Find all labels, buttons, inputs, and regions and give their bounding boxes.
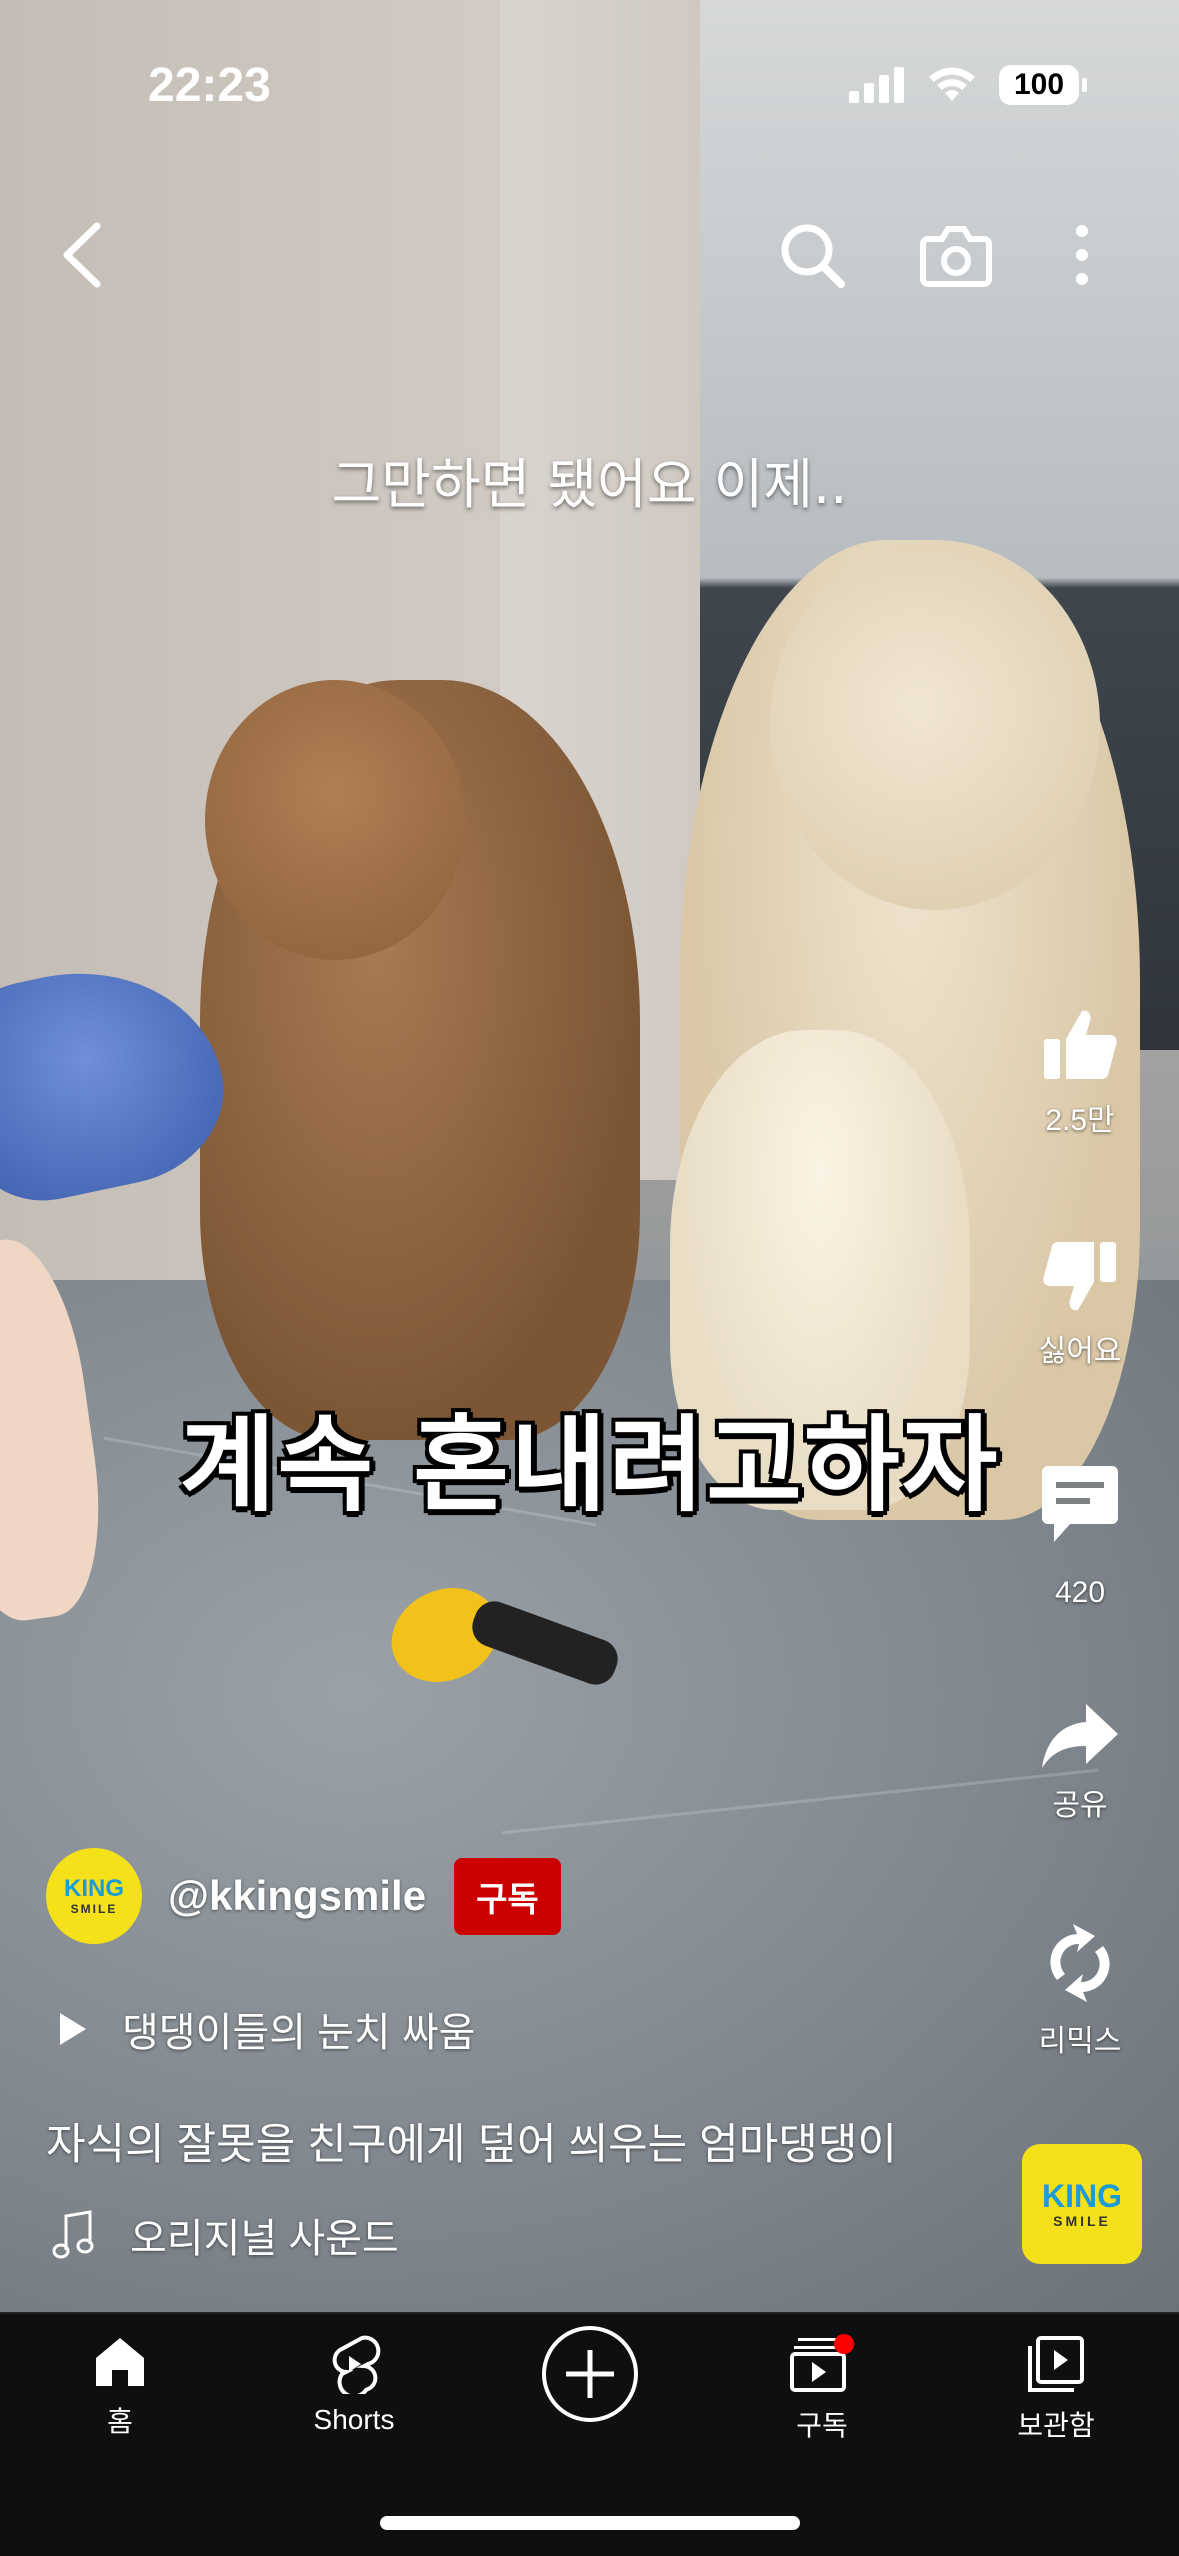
subscriptions-icon: [790, 2334, 854, 2392]
home-indicator[interactable]: [380, 2516, 800, 2530]
channel-handle[interactable]: @kkingsmile: [168, 1872, 426, 1920]
nav-home[interactable]: 홈: [20, 2334, 220, 2440]
library-icon: [1028, 2336, 1084, 2392]
camera-icon: [920, 226, 992, 287]
nav-library-label: 보관함: [1017, 2410, 1095, 2441]
avatar-logo-text: KING: [64, 1875, 124, 1902]
shorts-player-screen: 그만하면 됐어요 이제.. 계속 혼내려고하자 22:23 100 2.5만 싫…: [0, 0, 1179, 2556]
more-icon: [1076, 225, 1088, 285]
video-caption-top: 그만하면 됐어요 이제..: [331, 453, 848, 516]
cellular-signal-icon: [849, 67, 904, 103]
like-count: 2.5만: [1045, 1104, 1115, 1137]
playlist-title: 댕댕이들의 눈치 싸움: [122, 2011, 476, 2055]
shorts-icon: [332, 2335, 381, 2394]
back-button[interactable]: [42, 215, 122, 295]
wifi-icon: [929, 67, 975, 101]
like-icon: [1044, 1010, 1117, 1079]
status-icons: 100: [849, 60, 1087, 110]
remix-button[interactable]: 리믹스: [1030, 1920, 1130, 2060]
home-icon: [96, 2338, 144, 2386]
music-note-icon: [52, 2210, 94, 2259]
dislike-button[interactable]: 싫어요: [1030, 1236, 1130, 1370]
video-caption-main: 계속 혼내려고하자: [179, 1404, 1000, 1526]
cream-dog-head: [770, 540, 1100, 910]
search-icon: [781, 224, 845, 288]
remix-label: 리믹스: [1038, 2025, 1122, 2058]
video-title[interactable]: 자식의 잘못을 친구에게 덮어 씌우는 엄마댕댕이: [46, 2110, 897, 2172]
back-icon: [63, 222, 101, 288]
sound-thumb-logo-text: KING: [1042, 2178, 1122, 2214]
more-options-button[interactable]: [1062, 215, 1102, 295]
playlist-link[interactable]: 댕댕이들의 눈치 싸움: [52, 2000, 475, 2058]
nav-home-label: 홈: [107, 2406, 133, 2437]
play-icon: [60, 2013, 86, 2045]
comment-icon: [1042, 1466, 1118, 1542]
brown-dog-head: [205, 680, 465, 960]
avatar-logo-subtext: SMILE: [70, 1902, 118, 1916]
remix-icon: [1050, 1924, 1110, 2002]
channel-avatar[interactable]: KING SMILE: [46, 1848, 142, 1944]
subscribe-button[interactable]: 구독: [454, 1857, 561, 1935]
sound-thumb-logo-subtext: SMILE: [1053, 2213, 1111, 2229]
channel-row: KING SMILE @kkingsmile 구독: [46, 1848, 561, 1944]
search-button[interactable]: [772, 215, 852, 295]
dislike-label: 싫어요: [1038, 1335, 1122, 1368]
sound-thumbnail[interactable]: KING SMILE: [1022, 2144, 1142, 2264]
dislike-icon: [1043, 1242, 1116, 1311]
sound-link[interactable]: 오리지널 사운드: [52, 2206, 399, 2264]
nav-shorts-label: Shorts: [313, 2404, 395, 2435]
floor-texture: [501, 1768, 1099, 1835]
share-button[interactable]: 공유: [1030, 1700, 1130, 1824]
status-time: 22:23: [148, 59, 271, 112]
video-frame[interactable]: 그만하면 됐어요 이제.. 계속 혼내려고하자: [0, 0, 1179, 2312]
comment-count: 420: [1054, 1576, 1106, 1609]
like-button[interactable]: 2.5만: [1030, 1005, 1130, 1139]
camera-button[interactable]: [916, 215, 996, 295]
sound-label: 오리지널 사운드: [130, 2217, 399, 2261]
share-icon: [1042, 1704, 1118, 1768]
nav-create[interactable]: [490, 2324, 690, 2424]
share-label: 공유: [1052, 1789, 1108, 1822]
nav-subscriptions[interactable]: 구독: [722, 2334, 922, 2444]
battery-indicator: 100: [999, 65, 1087, 105]
comments-button[interactable]: 420: [1030, 1462, 1130, 1610]
nav-library[interactable]: 보관함: [956, 2334, 1156, 2444]
create-icon: [542, 2326, 638, 2422]
nav-shorts[interactable]: Shorts: [254, 2334, 454, 2436]
nav-subscriptions-label: 구독: [796, 2410, 848, 2441]
